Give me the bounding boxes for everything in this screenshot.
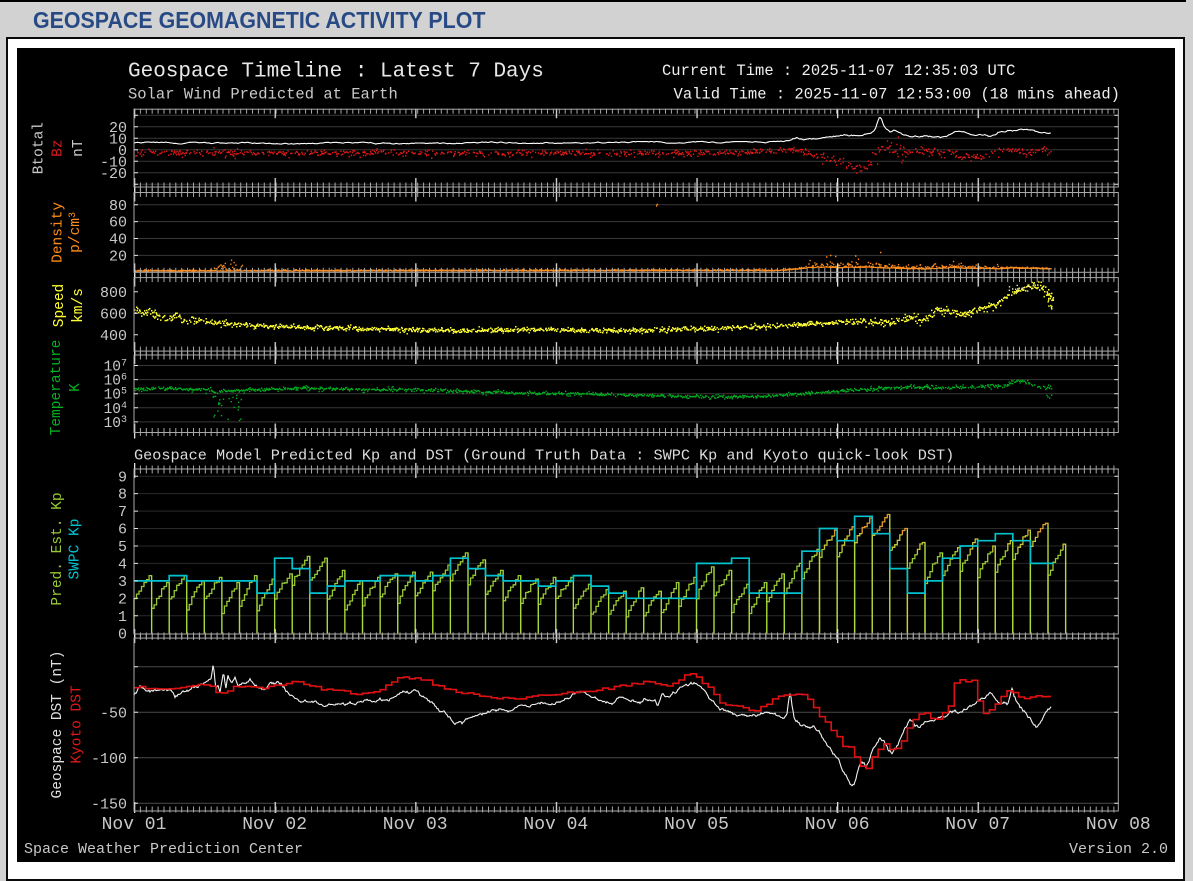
svg-text:SWPC Kp: SWPC Kp xyxy=(67,519,83,580)
svg-text:Nov 08: Nov 08 xyxy=(1086,815,1151,835)
svg-text:1: 1 xyxy=(118,609,127,626)
svg-text:800: 800 xyxy=(100,285,127,302)
svg-text:600: 600 xyxy=(100,306,127,323)
svg-text:-20: -20 xyxy=(100,166,127,183)
svg-text:Nov 02: Nov 02 xyxy=(242,815,307,835)
svg-text:Nov 03: Nov 03 xyxy=(383,815,448,835)
svg-text:2: 2 xyxy=(118,591,127,608)
svg-text:Pred. Est. Kp: Pred. Est. Kp xyxy=(50,492,66,605)
svg-text:9: 9 xyxy=(118,469,127,486)
svg-text:Bz: Bz xyxy=(51,139,67,156)
svg-text:-50: -50 xyxy=(100,705,127,722)
svg-text:Nov 01: Nov 01 xyxy=(102,815,167,835)
svg-text:20: 20 xyxy=(109,249,127,266)
svg-text:Geospace DST (nT): Geospace DST (nT) xyxy=(50,651,66,799)
svg-text:Nov 04: Nov 04 xyxy=(523,815,588,835)
svg-text:Temperature: Temperature xyxy=(49,340,65,436)
svg-text:nT: nT xyxy=(71,139,87,157)
svg-text:K: K xyxy=(68,383,84,392)
svg-text:7: 7 xyxy=(118,504,127,521)
svg-text:Btotal: Btotal xyxy=(31,122,47,174)
svg-text:Nov 07: Nov 07 xyxy=(945,815,1010,835)
svg-text:Space Weather Prediction Cente: Space Weather Prediction Center xyxy=(24,841,303,858)
svg-text:3: 3 xyxy=(118,574,127,591)
svg-text:Geospace Timeline : Latest 7 D: Geospace Timeline : Latest 7 Days xyxy=(128,60,544,83)
svg-text:4: 4 xyxy=(118,557,127,574)
svg-text:5: 5 xyxy=(118,539,127,556)
svg-text:Nov 06: Nov 06 xyxy=(805,815,870,835)
svg-text:Version 2.0: Version 2.0 xyxy=(1069,841,1168,858)
svg-text:Kyoto DST: Kyoto DST xyxy=(69,685,85,764)
svg-text:6: 6 xyxy=(118,522,127,539)
svg-text:Speed: Speed xyxy=(52,284,68,328)
svg-text:Geospace Model Predicted Kp an: Geospace Model Predicted Kp and DST (Gro… xyxy=(134,447,954,465)
svg-text:p/cm3: p/cm3 xyxy=(68,212,84,253)
svg-text:-150: -150 xyxy=(91,796,127,813)
svg-text:Density: Density xyxy=(51,202,67,263)
svg-text:60: 60 xyxy=(109,215,127,232)
svg-text:km/s: km/s xyxy=(71,288,87,323)
svg-text:400: 400 xyxy=(100,328,127,345)
svg-text:Current Time : 2025-11-07 12:3: Current Time : 2025-11-07 12:35:03 UTC xyxy=(662,62,1015,80)
svg-text:40: 40 xyxy=(109,232,127,249)
svg-text:Valid Time : 2025-11-07 12:53:: Valid Time : 2025-11-07 12:53:00 (18 min… xyxy=(674,86,1120,104)
svg-text:8: 8 xyxy=(118,487,127,504)
svg-text:Nov 05: Nov 05 xyxy=(664,815,729,835)
svg-text:Solar Wind Predicted at Earth: Solar Wind Predicted at Earth xyxy=(128,86,398,104)
svg-text:80: 80 xyxy=(109,198,127,215)
svg-text:0: 0 xyxy=(118,626,127,643)
svg-text:-100: -100 xyxy=(91,751,127,768)
